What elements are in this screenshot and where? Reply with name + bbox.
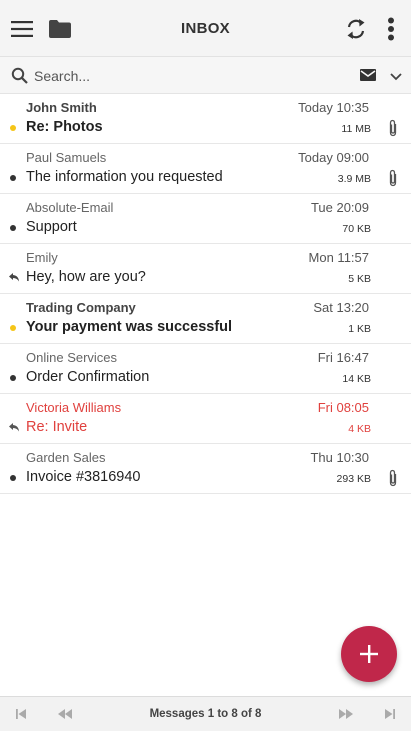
received-date: Fri 16:47 xyxy=(317,350,369,365)
read-indicator xyxy=(10,475,16,481)
message-row[interactable]: Absolute-Email Support Tue 20:09 70 KB xyxy=(0,194,411,244)
message-size: 293 KB xyxy=(336,473,371,485)
more-vertical-icon xyxy=(388,17,394,40)
chevron-down-icon[interactable] xyxy=(386,66,406,86)
subject-line: Hey, how are you? xyxy=(26,269,146,285)
folder-button[interactable] xyxy=(44,0,76,57)
sender-name: John Smith xyxy=(26,100,97,115)
subject-line: Re: Photos xyxy=(26,119,103,135)
mail-icon[interactable] xyxy=(358,65,380,85)
message-row[interactable]: Online Services Order Confirmation Fri 16:… xyxy=(0,344,411,394)
message-row[interactable]: John Smith Re: Photos Today 10:35 11 MB xyxy=(0,94,411,144)
previous-page-button[interactable] xyxy=(55,705,75,723)
received-date: Today 09:00 xyxy=(298,150,369,165)
subject-line: Support xyxy=(26,219,77,235)
unread-indicator xyxy=(10,325,16,331)
message-size: 4 KB xyxy=(348,423,371,435)
sender-name: Paul Samuels xyxy=(26,150,107,165)
received-date: Sat 13:20 xyxy=(313,300,369,315)
pagination-bar: Messages 1 to 8 of 8 xyxy=(0,696,411,731)
read-indicator xyxy=(10,375,16,381)
refresh-icon xyxy=(347,18,365,39)
hamburger-icon xyxy=(11,20,33,37)
first-page-button[interactable] xyxy=(11,705,31,723)
read-indicator xyxy=(10,225,16,231)
search-input[interactable] xyxy=(34,61,334,90)
sender-name: Garden Sales xyxy=(26,450,106,465)
subject-line: Order Confirmation xyxy=(26,369,150,385)
received-date: Thu 10:30 xyxy=(310,450,369,465)
first-page-icon xyxy=(16,709,26,719)
sender-name: Emily xyxy=(26,250,58,265)
rewind-icon xyxy=(58,709,72,719)
subject-line: Invoice #3816940 xyxy=(26,469,141,485)
search-bar xyxy=(0,57,411,94)
refresh-button[interactable] xyxy=(340,0,372,57)
reply-icon xyxy=(9,423,19,432)
subject-line: The information you requested xyxy=(26,169,223,185)
sender-name: Absolute-Email xyxy=(26,200,114,215)
message-size: 14 KB xyxy=(342,373,371,385)
compose-button[interactable] xyxy=(341,626,397,682)
menu-button[interactable] xyxy=(6,0,38,57)
message-size: 70 KB xyxy=(342,223,371,235)
received-date: Fri 08:05 xyxy=(317,400,369,415)
sender-name: Trading Company xyxy=(26,300,136,315)
next-page-button[interactable] xyxy=(336,705,356,723)
folder-icon xyxy=(49,19,71,38)
paperclip-icon xyxy=(389,169,397,187)
received-date: Tue 20:09 xyxy=(310,200,369,215)
plus-icon xyxy=(360,645,378,663)
reply-icon xyxy=(9,273,19,282)
more-options-button[interactable] xyxy=(376,0,406,57)
sender-name: Victoria Williams xyxy=(26,400,122,415)
app-bar: INBOX xyxy=(0,0,411,57)
message-row[interactable]: Paul Samuels The information you requeste… xyxy=(0,144,411,194)
paperclip-icon xyxy=(389,119,397,137)
message-size: 1 KB xyxy=(348,323,371,335)
message-row[interactable]: Trading Company Your payment was successf… xyxy=(0,294,411,344)
fast-forward-icon xyxy=(339,709,353,719)
search-icon xyxy=(11,67,28,84)
message-size: 5 KB xyxy=(348,273,371,285)
subject-line: Re: Invite xyxy=(26,419,88,435)
read-indicator xyxy=(10,175,16,181)
message-list: John Smith Re: Photos Today 10:35 11 MB Paul… xyxy=(0,94,411,494)
message-row[interactable]: Emily Hey, how are you? Mon 11:57 5 KB xyxy=(0,244,411,294)
message-row[interactable]: Victoria Williams Re: Invite Fri 08:05 4 KB xyxy=(0,394,411,444)
received-date: Mon 11:57 xyxy=(308,250,369,265)
last-page-icon xyxy=(385,709,395,719)
subject-line: Your payment was successful xyxy=(26,319,233,335)
unread-indicator xyxy=(10,125,16,131)
last-page-button[interactable] xyxy=(380,705,400,723)
message-row[interactable]: Garden Sales Invoice #3816940 Thu 10:30 293… xyxy=(0,444,411,494)
sender-name: Online Services xyxy=(26,350,118,365)
paperclip-icon xyxy=(389,469,397,487)
received-date: Today 10:35 xyxy=(298,100,369,115)
message-size: 3.9 MB xyxy=(337,173,371,185)
message-size: 11 MB xyxy=(341,123,371,135)
